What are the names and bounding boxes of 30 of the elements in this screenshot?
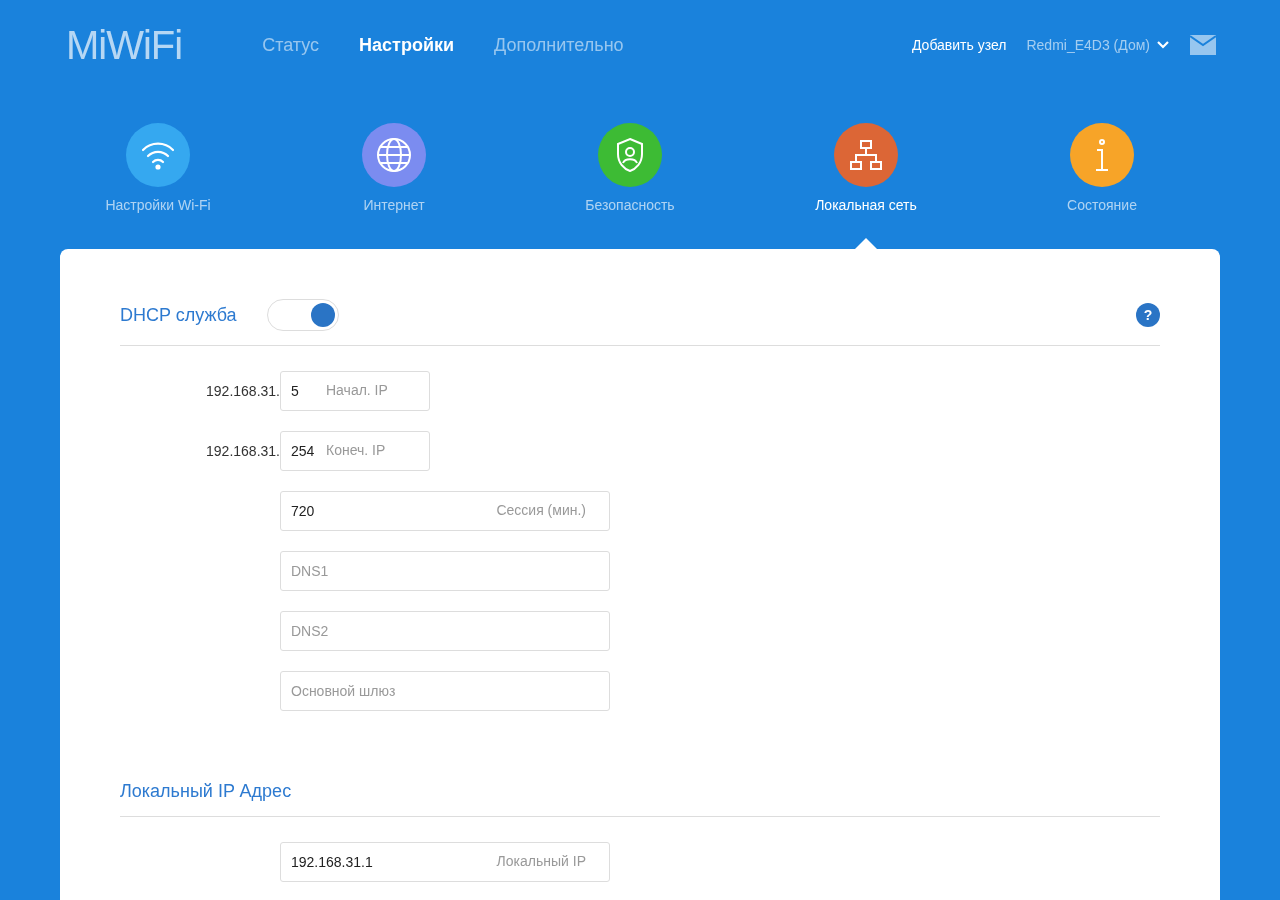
device-dropdown[interactable]: Redmi_E4D3 (Дом) (1026, 37, 1170, 53)
globe-icon (376, 137, 412, 173)
input-field[interactable]: DNS2 (280, 611, 610, 651)
field-label: Начал. IP (326, 382, 388, 398)
info-icon (1094, 138, 1110, 172)
logo: MiWiFi (66, 22, 183, 68)
category-tab[interactable]: Безопасность (585, 197, 675, 213)
section-title: DHCP служба (120, 304, 237, 326)
category-tab[interactable]: Интернет (363, 197, 425, 213)
wifi-icon (141, 140, 175, 170)
field-label: Локальный IP (496, 853, 586, 869)
ip-prefix: 192.168.31. (205, 443, 280, 459)
add-node-link[interactable]: Добавить узел (911, 37, 1007, 53)
nav-tab[interactable]: Настройки (359, 34, 455, 56)
input-field[interactable]: DNS1 (280, 551, 610, 591)
ip-prefix: 192.168.31. (205, 383, 280, 399)
mail-icon[interactable] (1190, 35, 1216, 55)
nav-tab[interactable]: Статус (262, 34, 320, 56)
category-tab[interactable]: Настройки Wi-Fi (105, 197, 211, 213)
nav-tab[interactable]: Дополнительно (494, 34, 624, 56)
field-label: Сессия (мин.) (496, 502, 586, 518)
section-title: Локальный IP Адрес (120, 781, 292, 802)
category-tab[interactable]: Состояние (1067, 197, 1137, 213)
network-icon (849, 139, 883, 171)
help-icon[interactable]: ? (1136, 303, 1160, 327)
input-field[interactable]: Основной шлюз (280, 671, 610, 711)
field-label: Конеч. IP (326, 442, 386, 458)
chevron-down-icon (1156, 40, 1170, 50)
category-tab[interactable]: Локальная сеть (815, 197, 917, 213)
shield-user-icon (615, 137, 645, 173)
